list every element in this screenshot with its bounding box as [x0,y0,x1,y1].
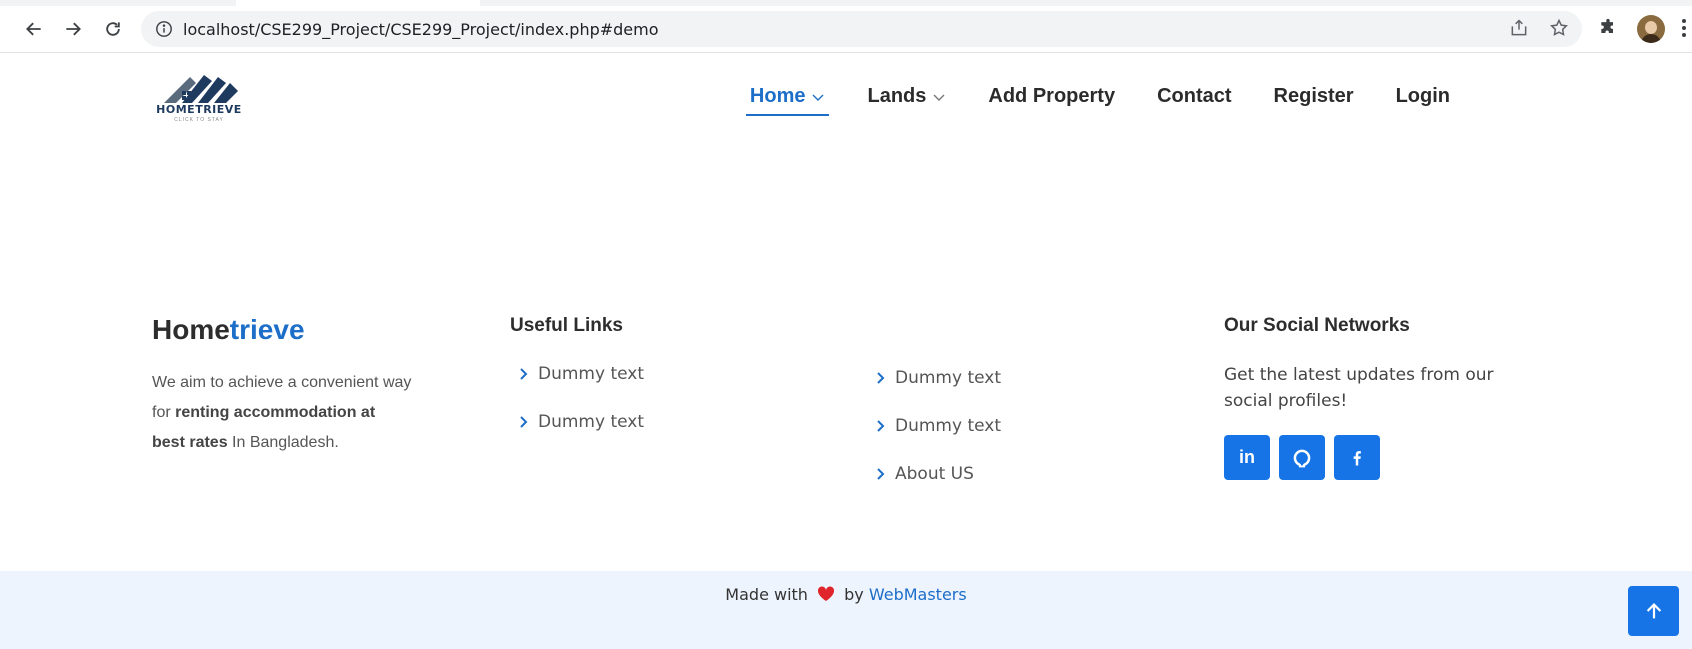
footer-link-about[interactable]: About US [875,450,1001,498]
footer-link-label: Dummy text [895,368,1002,388]
github-button[interactable] [1279,435,1325,480]
footer-top: Hometrieve We aim to achieve a convenien… [0,300,1692,550]
facebook-button[interactable] [1334,435,1380,480]
nav-home[interactable]: Home [745,85,830,116]
footer-credit: Made with by WebMasters [0,585,1692,604]
brand-desc-2: In Bangladesh. [227,434,339,451]
nav-lands[interactable]: Lands [867,85,946,116]
bookmark-star-icon[interactable] [1549,18,1569,38]
footer-link[interactable]: Dummy text [875,402,1001,450]
chevron-down-icon [811,90,825,104]
chevron-right-icon [875,467,885,481]
footer-link-label: About US [895,464,974,484]
useful-links-list-2: Dummy text Dummy text About US [875,354,1001,498]
chevron-right-icon [518,415,528,429]
nav-register[interactable]: Register [1274,85,1354,116]
chevron-right-icon [875,371,885,385]
roof-logo-icon [164,75,238,103]
avatar-body [1641,34,1661,43]
chevron-right-icon [875,419,885,433]
brand-title-part1: Home [152,314,230,345]
logo-text: HOMETRIEVE [156,103,242,116]
social-buttons: in [1224,435,1389,480]
nav-add-property[interactable]: Add Property [988,85,1115,116]
useful-links-title: Useful Links [510,315,623,336]
forward-arrow-icon[interactable] [61,17,85,41]
main-nav: Home Lands Add Property Contact Register… [708,85,1450,116]
site-header: HOMETRIEVE CLICK TO STAY Home Lands Add … [0,53,1692,143]
footer-link[interactable]: Dummy text [518,350,644,398]
logo-tagline: CLICK TO STAY [174,117,224,123]
footer-bottom-bar: Made with by WebMasters [0,571,1692,649]
chevron-right-icon [518,367,528,381]
share-icon[interactable] [1509,18,1529,38]
footer-link[interactable]: Dummy text [518,398,644,446]
heart-icon [817,586,835,602]
url-text[interactable]: localhost/CSE299_Project/CSE299_Project/… [183,20,659,39]
footer-brand-title: Hometrieve [152,314,305,346]
nav-login[interactable]: Login [1396,85,1450,116]
extensions-puzzle-icon[interactable] [1598,18,1618,38]
credit-made-with: Made with [725,585,808,604]
back-arrow-icon[interactable] [22,17,46,41]
credit-team-link[interactable]: WebMasters [869,585,967,604]
nav-contact[interactable]: Contact [1157,85,1231,116]
site-logo[interactable]: HOMETRIEVE CLICK TO STAY [152,69,246,127]
footer-link-label: Dummy text [538,364,645,384]
info-icon[interactable] [155,20,173,38]
tab-strip [0,0,1692,6]
footer-link[interactable]: Dummy text [875,354,1001,402]
browser-toolbar: localhost/CSE299_Project/CSE299_Project/… [0,0,1692,53]
brand-title-part2: trieve [229,314,305,345]
footer-link-label: Dummy text [895,416,1002,436]
linkedin-button[interactable]: in [1224,435,1270,480]
active-tab[interactable] [236,0,480,6]
github-icon [1293,449,1311,467]
address-bar[interactable]: localhost/CSE299_Project/CSE299_Project/… [141,11,1582,47]
avatar-face [1645,21,1657,34]
arrow-up-icon [1646,603,1661,619]
credit-by: by [844,585,864,604]
footer-brand-description: We aim to achieve a convenient way for r… [152,368,412,458]
social-networks-description: Get the latest updates from our social p… [1224,365,1494,411]
back-to-top-button[interactable] [1628,586,1679,636]
social-networks-title: Our Social Networks [1224,315,1410,336]
facebook-icon [1353,450,1361,465]
reload-icon[interactable] [101,17,125,41]
useful-links-list-1: Dummy text Dummy text [518,350,644,446]
chevron-down-icon [932,90,946,104]
footer-link-label: Dummy text [538,412,645,432]
nav-lands-label: Lands [867,85,927,107]
nav-home-label: Home [749,85,806,107]
profile-avatar[interactable] [1637,15,1665,43]
browser-menu-icon[interactable] [1682,19,1686,39]
linkedin-icon: in [1239,447,1255,467]
